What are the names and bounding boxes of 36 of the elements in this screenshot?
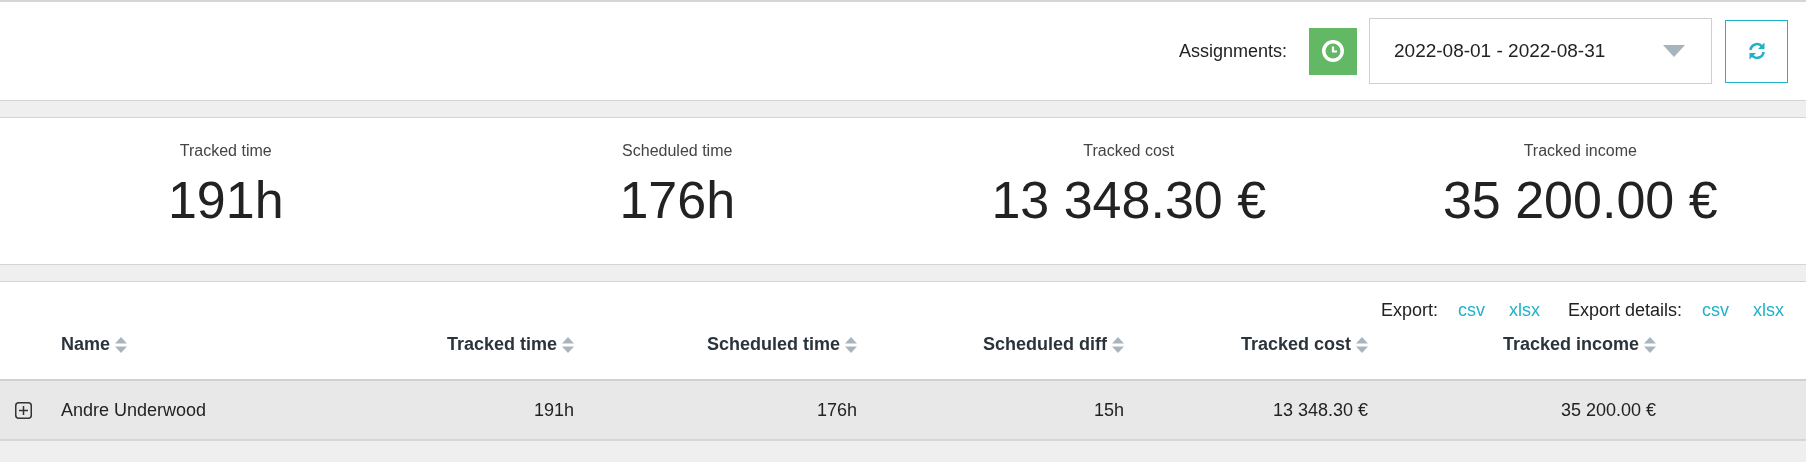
sort-icon bbox=[1356, 336, 1368, 353]
clock-icon bbox=[1320, 38, 1346, 64]
stat-value: 191h bbox=[167, 170, 284, 230]
sort-icon bbox=[845, 336, 857, 353]
expand-icon[interactable] bbox=[15, 401, 32, 419]
stat-label: Scheduled time bbox=[622, 142, 733, 160]
stat-label: Tracked time bbox=[179, 142, 272, 160]
assignments-label: Assignments: bbox=[1178, 40, 1287, 62]
table-cell-text: 191h bbox=[532, 399, 574, 421]
column-header[interactable]: Tracked time bbox=[400, 334, 574, 355]
sort-icon bbox=[1644, 336, 1656, 353]
column-header[interactable]: Tracked income bbox=[1368, 334, 1656, 355]
stat-label: Tracked cost bbox=[1083, 142, 1175, 160]
table-cell-text: 35 200.00 € bbox=[1559, 399, 1656, 421]
clock-button[interactable] bbox=[1309, 27, 1357, 75]
column-header[interactable]: Scheduled diff bbox=[857, 334, 1124, 355]
sort-icon bbox=[1112, 336, 1124, 353]
sort-icon bbox=[562, 336, 574, 353]
refresh-button[interactable] bbox=[1725, 19, 1788, 83]
stat-value: 13 348.30 € bbox=[991, 170, 1267, 230]
table-cell-text: 176h bbox=[815, 399, 857, 421]
stat-label: Tracked income bbox=[1523, 142, 1637, 160]
column-header[interactable]: Tracked cost bbox=[1124, 334, 1368, 355]
column-header[interactable]: Scheduled time bbox=[574, 334, 857, 355]
stat-value: 35 200.00 € bbox=[1442, 170, 1718, 230]
table-cell-text: 13 348.30 € bbox=[1271, 399, 1368, 421]
table-cell-text: Andre Underwood bbox=[61, 399, 208, 421]
export-label: Export details: bbox=[1567, 299, 1682, 321]
refresh-icon bbox=[1746, 41, 1767, 61]
column-header[interactable]: Name bbox=[61, 334, 400, 355]
caret-icon bbox=[1663, 45, 1685, 57]
date-range-dropdown[interactable]: 2022-08-01 - 2022-08-31 bbox=[1369, 18, 1712, 84]
export-label: Export: bbox=[1380, 299, 1438, 321]
stat-value: 176h bbox=[619, 170, 736, 230]
table-cell-text: 15h bbox=[1092, 399, 1124, 421]
sort-icon bbox=[115, 336, 128, 353]
